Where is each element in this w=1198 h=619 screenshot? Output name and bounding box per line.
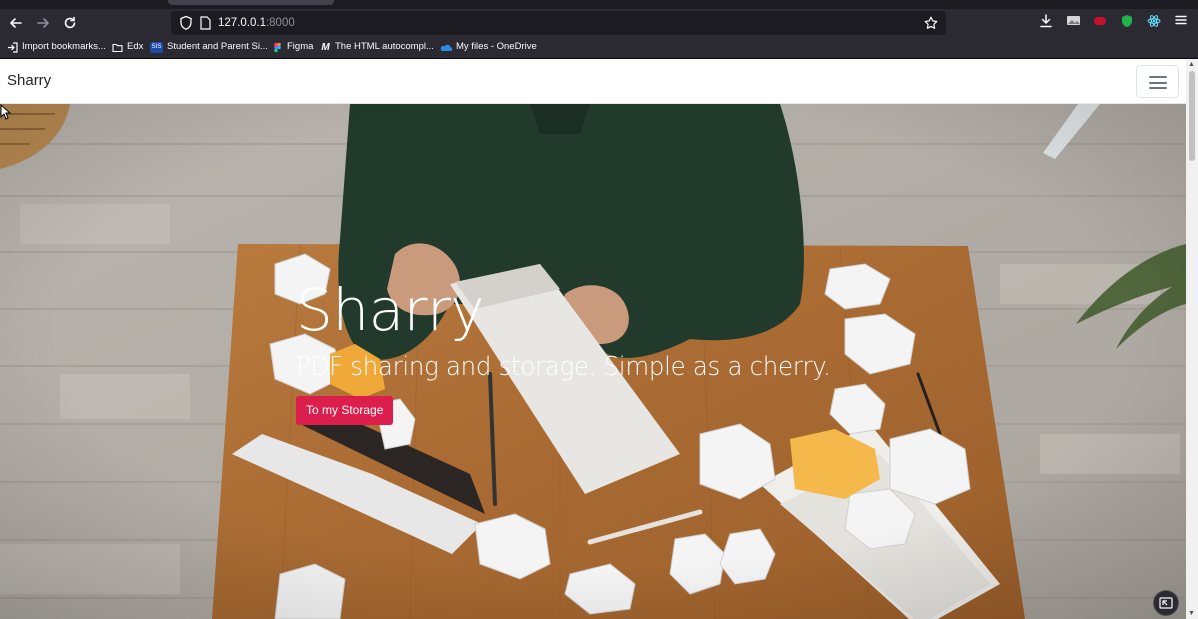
hamburger-line <box>1149 87 1167 89</box>
pip-icon <box>1159 597 1173 609</box>
figma-icon <box>274 42 281 52</box>
import-icon <box>8 41 18 53</box>
hamburger-line <box>1149 81 1167 84</box>
hero-title: Sharry <box>296 276 485 344</box>
page-viewport: Sharry Sharry PDF sharing and storage. S… <box>0 59 1186 619</box>
star-icon <box>924 16 938 29</box>
hero-subtitle: PDF sharing and storage. Simple as a che… <box>296 352 831 382</box>
bookmarks-bar: Import bookmarks... Edx SIS Student and … <box>0 36 1198 59</box>
active-tab[interactable] <box>168 0 334 5</box>
m-icon: M <box>321 41 330 53</box>
hamburger-line <box>1149 76 1167 78</box>
green-shield-icon <box>1122 15 1132 27</box>
bookmark-label: My files - OneDrive <box>456 41 537 52</box>
to-my-storage-button[interactable]: To my Storage <box>296 396 394 425</box>
address-bar[interactable]: 127.0.0.1:8000 <box>171 11 946 35</box>
bookmark-label: Student and Parent Si... <box>167 41 268 52</box>
react-icon <box>1147 15 1161 27</box>
navbar-toggler-button[interactable] <box>1136 65 1179 98</box>
extension-button[interactable] <box>1119 14 1135 30</box>
browser-toolbar: 127.0.0.1:8000 <box>0 9 1198 36</box>
page-scrollbar[interactable]: ▲ ▼ <box>1186 59 1198 619</box>
reload-button[interactable] <box>59 12 81 34</box>
extension-button[interactable] <box>1092 14 1108 30</box>
menu-icon <box>1175 15 1187 25</box>
navbar-brand[interactable]: Sharry <box>7 71 51 91</box>
url-port: :8000 <box>265 17 295 29</box>
bookmark-figma[interactable]: Figma <box>272 40 313 54</box>
bookmark-label: The HTML autocompl... <box>335 41 434 52</box>
onedrive-icon <box>440 44 452 51</box>
bookmark-html-autocomplete[interactable]: M The HTML autocompl... <box>320 40 434 54</box>
arrow-left-icon <box>10 18 22 28</box>
hero-section: Sharry PDF sharing and storage. Simple a… <box>0 104 1186 619</box>
sis-icon: SIS <box>150 41 163 53</box>
shield-icon[interactable] <box>179 15 193 31</box>
tab-strip <box>0 0 1198 9</box>
forward-button[interactable] <box>32 12 54 34</box>
scrollbar-thumb[interactable] <box>1189 71 1195 161</box>
bookmark-sis[interactable]: SIS Student and Parent Si... <box>150 40 268 54</box>
scroll-down-icon[interactable]: ▼ <box>1188 610 1195 617</box>
folder-icon <box>112 43 123 52</box>
bookmark-star-button[interactable] <box>923 14 939 32</box>
url-host: 127.0.0.1 <box>218 17 266 29</box>
download-button[interactable] <box>1038 14 1054 30</box>
bookmark-label: Edx <box>127 41 144 52</box>
page-icon <box>200 16 211 30</box>
menu-button[interactable] <box>1173 14 1189 30</box>
site-navbar: Sharry <box>0 59 1186 104</box>
extension-button[interactable] <box>1065 14 1081 30</box>
bookmark-edx[interactable]: Edx <box>112 40 143 54</box>
arrow-right-icon <box>37 18 49 28</box>
url-text[interactable]: 127.0.0.1:8000 <box>218 15 295 31</box>
reload-icon <box>64 16 76 29</box>
picture-in-picture-button[interactable] <box>1153 590 1179 616</box>
bookmark-onedrive[interactable]: My files - OneDrive <box>439 40 537 54</box>
mouse-cursor-icon <box>0 104 11 120</box>
back-button[interactable] <box>5 12 27 34</box>
bookmark-label: Import bookmarks... <box>22 41 106 52</box>
extension-button[interactable] <box>1146 14 1162 30</box>
photo-extension-icon <box>1066 16 1080 25</box>
download-icon <box>1040 14 1052 28</box>
bookmark-import[interactable]: Import bookmarks... <box>7 40 106 54</box>
scroll-up-icon[interactable]: ▲ <box>1188 61 1195 68</box>
bookmark-label: Figma <box>287 41 314 52</box>
red-extension-icon <box>1094 17 1106 25</box>
